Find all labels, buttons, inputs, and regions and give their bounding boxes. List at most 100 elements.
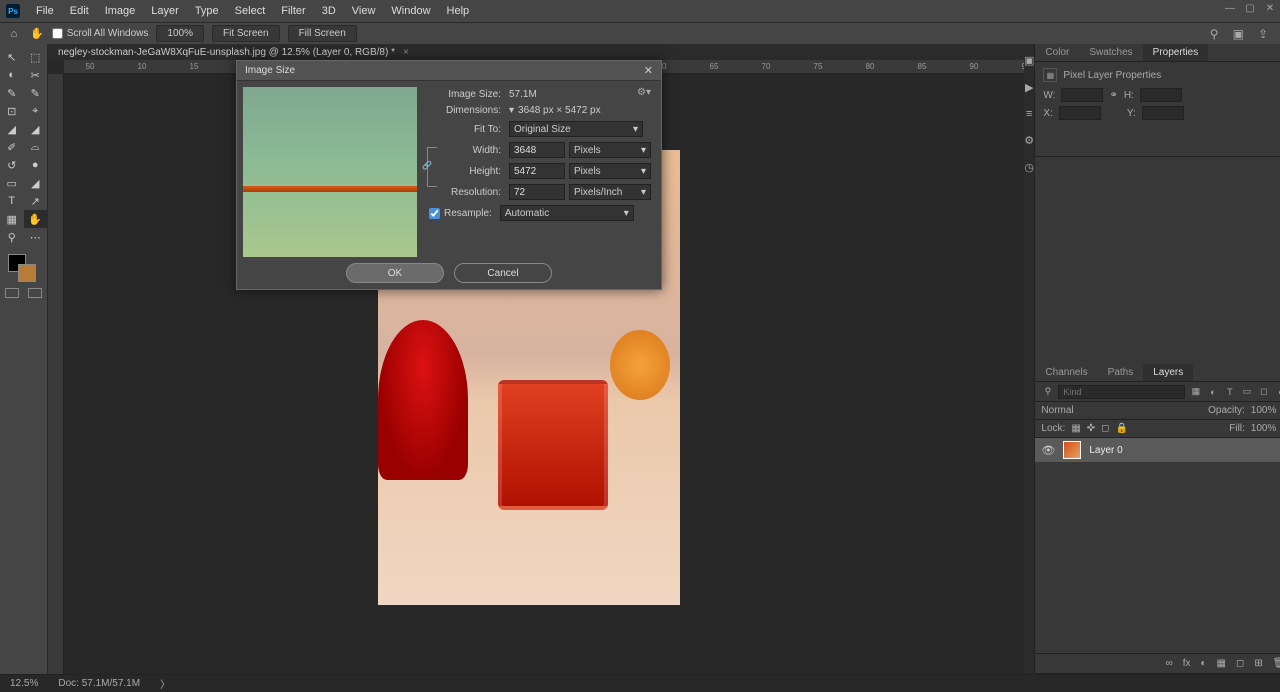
link-layers-icon[interactable]: ∞ — [1166, 658, 1173, 669]
constrain-proportions-icon[interactable]: 🔗 — [422, 161, 432, 170]
link-icon[interactable]: ⚭ — [1109, 90, 1117, 101]
shape-tool[interactable]: ▦ — [0, 210, 24, 228]
filter-shape-icon[interactable]: ▭ — [1240, 385, 1253, 398]
cancel-button[interactable]: Cancel — [454, 263, 552, 283]
mask-icon[interactable]: ◐ — [1201, 658, 1207, 669]
tab-layers[interactable]: Layers — [1143, 364, 1193, 381]
type-tool[interactable]: T — [0, 192, 24, 210]
hand-tool[interactable]: ✋ — [24, 210, 48, 228]
chevron-right-icon[interactable]: 〉 — [160, 676, 170, 691]
search-icon[interactable]: ⚲ — [1210, 27, 1219, 41]
blend-mode-select[interactable]: Normal — [1041, 405, 1073, 416]
fit-screen-button[interactable]: Fit Screen — [212, 25, 280, 42]
gear-icon[interactable]: ⚙▾ — [637, 87, 651, 98]
minimize-button[interactable]: — — [1220, 0, 1240, 16]
move-tool[interactable]: ↖ — [0, 48, 24, 66]
zoom-level[interactable]: 12.5% — [10, 678, 38, 689]
panel-icon[interactable]: ≡ — [1026, 108, 1032, 120]
background-color[interactable] — [18, 264, 36, 282]
panel-icon[interactable]: ▶ — [1025, 81, 1033, 94]
hand-tool-icon[interactable]: ✋ — [30, 27, 44, 40]
path-select-tool[interactable]: ↗ — [24, 192, 48, 210]
menu-window[interactable]: Window — [383, 1, 438, 21]
height-unit-select[interactable]: Pixels▾ — [569, 163, 651, 179]
visibility-icon[interactable]: 👁 — [1041, 444, 1055, 457]
menu-view[interactable]: View — [344, 1, 384, 21]
frame-tool[interactable]: ✎ — [24, 84, 48, 102]
tab-paths[interactable]: Paths — [1098, 364, 1144, 381]
height-field[interactable] — [1140, 88, 1182, 102]
edit-toolbar[interactable]: ⋯ — [24, 228, 48, 246]
quick-mask-icon[interactable] — [28, 288, 42, 298]
filter-pixel-icon[interactable]: ▦ — [1189, 385, 1202, 398]
tab-properties[interactable]: Properties — [1143, 44, 1209, 61]
dialog-titlebar[interactable]: Image Size ✕ — [237, 61, 661, 81]
zoom-100-button[interactable]: 100% — [156, 25, 204, 42]
clone-tool[interactable]: ◢ — [24, 120, 48, 138]
lock-all-icon[interactable]: 🔒 — [1115, 423, 1127, 434]
marquee-tool[interactable]: ⬚ — [24, 48, 48, 66]
tab-channels[interactable]: Channels — [1035, 364, 1097, 381]
chevron-down-icon[interactable]: ▾ — [509, 105, 514, 116]
layer-thumbnail[interactable] — [1063, 441, 1081, 459]
group-icon[interactable]: ◻ — [1236, 658, 1244, 669]
width-field[interactable] — [1061, 88, 1103, 102]
menu-file[interactable]: File — [28, 1, 62, 21]
resolution-unit-select[interactable]: Pixels/Inch▾ — [569, 184, 651, 200]
lock-pixels-icon[interactable]: ▦ — [1071, 423, 1080, 434]
panel-icon[interactable]: ◷ — [1024, 161, 1034, 174]
close-icon[interactable]: × — [403, 47, 409, 58]
height-input[interactable]: 5472 — [509, 163, 565, 179]
layer-filter-input[interactable] — [1058, 385, 1185, 399]
crop-tool[interactable]: ✎ — [0, 84, 24, 102]
menu-layer[interactable]: Layer — [143, 1, 187, 21]
history-brush-tool[interactable]: ✐ — [0, 138, 24, 156]
filter-toggle[interactable]: ● — [1274, 385, 1280, 398]
document-tab[interactable]: negley-stockman-JeGaW8XqFuE-unsplash.jpg… — [48, 44, 419, 60]
layer-row[interactable]: 👁 Layer 0 — [1035, 438, 1280, 462]
new-layer-icon[interactable]: ⊞ — [1254, 658, 1262, 669]
scroll-all-checkbox[interactable]: Scroll All Windows — [52, 28, 149, 39]
restore-button[interactable]: ▢ — [1240, 0, 1260, 16]
menu-image[interactable]: Image — [97, 1, 144, 21]
doc-info[interactable]: Doc: 57.1M/57.1M — [58, 678, 140, 689]
lock-artboard-icon[interactable]: ◻ — [1101, 423, 1109, 434]
resample-select[interactable]: Automatic▾ — [500, 205, 634, 221]
home-icon[interactable]: ⌂ — [6, 26, 22, 42]
filter-smart-icon[interactable]: ◻ — [1257, 385, 1270, 398]
menu-3d[interactable]: 3D — [314, 1, 344, 21]
brush-tool[interactable]: ◢ — [0, 120, 24, 138]
ok-button[interactable]: OK — [346, 263, 444, 283]
tab-swatches[interactable]: Swatches — [1079, 44, 1142, 61]
menu-filter[interactable]: Filter — [273, 1, 313, 21]
x-field[interactable] — [1059, 106, 1101, 120]
lock-position-icon[interactable]: ✜ — [1087, 423, 1095, 434]
dodge-tool[interactable]: ▭ — [0, 174, 24, 192]
spot-heal-tool[interactable]: ⌖ — [24, 102, 48, 120]
zoom-tool[interactable]: ⚲ — [0, 228, 24, 246]
quick-select-tool[interactable]: ✂ — [24, 66, 48, 84]
width-unit-select[interactable]: Pixels▾ — [569, 142, 651, 158]
panel-icon[interactable]: ▣ — [1024, 54, 1034, 67]
eyedropper-tool[interactable]: ⊡ — [0, 102, 24, 120]
filter-adjust-icon[interactable]: ◐ — [1206, 385, 1219, 398]
lasso-tool[interactable]: ◐ — [0, 66, 24, 84]
resample-checkbox[interactable] — [429, 208, 440, 219]
standard-mode-icon[interactable] — [5, 288, 19, 298]
fit-to-select[interactable]: Original Size▾ — [509, 121, 643, 137]
menu-edit[interactable]: Edit — [62, 1, 97, 21]
fill-screen-button[interactable]: Fill Screen — [288, 25, 357, 42]
fill-value[interactable]: 100% — [1251, 423, 1277, 434]
fx-icon[interactable]: fx — [1183, 658, 1191, 669]
adjustment-icon[interactable]: ▦ — [1217, 658, 1226, 669]
opacity-value[interactable]: 100% — [1251, 405, 1277, 416]
gradient-tool[interactable]: ↺ — [0, 156, 24, 174]
close-button[interactable]: ✕ — [1260, 0, 1280, 16]
tab-color[interactable]: Color — [1035, 44, 1079, 61]
y-field[interactable] — [1142, 106, 1184, 120]
panel-icon[interactable]: ⚙ — [1024, 134, 1034, 147]
close-icon[interactable]: ✕ — [644, 64, 653, 77]
menu-type[interactable]: Type — [187, 1, 227, 21]
search-icon[interactable]: ⚲ — [1041, 385, 1054, 398]
width-input[interactable]: 3648 — [509, 142, 565, 158]
